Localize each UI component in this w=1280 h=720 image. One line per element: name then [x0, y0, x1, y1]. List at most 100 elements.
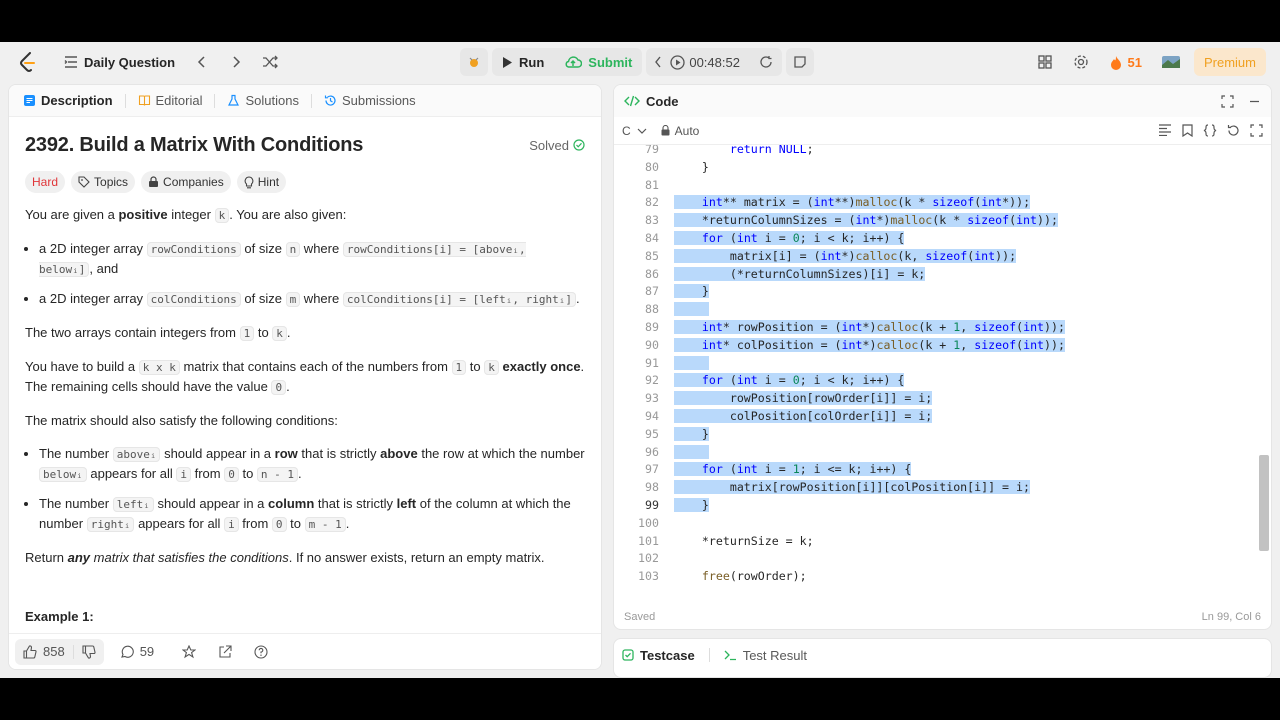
leetcode-logo-icon[interactable]: [14, 48, 42, 76]
settings-button[interactable]: [1068, 49, 1094, 75]
editor-scrollbar[interactable]: [1259, 455, 1269, 551]
reset-code-button[interactable]: [1227, 124, 1240, 137]
code-line[interactable]: 90 int* colPosition = (int*)calloc(k + 1…: [614, 337, 1271, 355]
code-line[interactable]: 91: [614, 355, 1271, 373]
hint-chip[interactable]: Hint: [236, 171, 287, 193]
flame-icon: [1110, 55, 1121, 70]
code-editor[interactable]: 79 return NULL; 80 } 81 82 int** matrix = …: [614, 145, 1271, 607]
reset-timer-button[interactable]: [754, 49, 778, 75]
code-line[interactable]: 100: [614, 515, 1271, 533]
help-button[interactable]: [248, 644, 274, 659]
notes-button[interactable]: [785, 48, 814, 76]
minimize-button[interactable]: [1248, 95, 1261, 108]
code-line[interactable]: 89 int* rowPosition = (int*)calloc(k + 1…: [614, 319, 1271, 337]
auto-mode-toggle[interactable]: Auto: [661, 124, 699, 138]
code-line[interactable]: 99 }: [614, 497, 1271, 515]
format-button[interactable]: [1158, 124, 1172, 137]
list-item: a 2D integer array colConditions of size…: [39, 289, 585, 309]
code-line[interactable]: 84 for (int i = 0; i < k; i++) {: [614, 230, 1271, 248]
line-number: 85: [645, 248, 659, 263]
code-line[interactable]: 81: [614, 177, 1271, 195]
next-problem-button[interactable]: [223, 49, 249, 75]
collapse-timer-button[interactable]: [650, 49, 666, 75]
code-line[interactable]: 87 }: [614, 283, 1271, 301]
return-paragraph: Return any matrix that satisfies the con…: [25, 550, 545, 565]
code-text: [674, 301, 709, 319]
tab-description[interactable]: Description: [15, 85, 121, 117]
favorite-button[interactable]: [176, 644, 202, 659]
code-line[interactable]: 95 }: [614, 426, 1271, 444]
problem-list-button[interactable]: Daily Question: [58, 48, 181, 76]
tab-divider: [310, 93, 312, 108]
tab-test-result[interactable]: Test Result: [724, 648, 807, 663]
topics-chip[interactable]: Topics: [71, 171, 136, 193]
run-button[interactable]: Run: [492, 48, 554, 76]
range-paragraph: The two arrays contain integers from 1 t…: [25, 325, 291, 341]
tab-divider: [214, 93, 216, 108]
braces-button[interactable]: [1203, 124, 1217, 137]
description-panel: Description Editorial Solutions Submissi…: [8, 84, 602, 670]
premium-button[interactable]: Premium: [1193, 48, 1266, 76]
debug-button[interactable]: [460, 48, 488, 76]
language-select[interactable]: C: [622, 124, 647, 138]
thumbs-down-icon: [82, 644, 96, 659]
code-text: for (int i = 1; i <= k; i++) {: [674, 461, 912, 479]
bookmark-button[interactable]: [1182, 124, 1193, 137]
problem-list-label: Daily Question: [84, 54, 176, 70]
random-problem-button[interactable]: [257, 49, 283, 75]
upvote-button[interactable]: 858: [15, 644, 73, 659]
line-number: 100: [638, 515, 659, 530]
line-number: 103: [638, 569, 659, 584]
tab-testcase[interactable]: Testcase: [622, 648, 695, 663]
code-line[interactable]: 80 }: [614, 159, 1271, 177]
code-line[interactable]: 82 int** matrix = (int**)malloc(k * size…: [614, 194, 1271, 212]
cloud-upload-icon: [565, 56, 583, 68]
code-text: for (int i = 0; i < k; i++) {: [674, 230, 905, 248]
code-line[interactable]: 101 *returnSize = k;: [614, 533, 1271, 551]
code-line[interactable]: 94 colPosition[colOrder[i]] = i;: [614, 408, 1271, 426]
align-left-icon: [1159, 124, 1171, 136]
submit-button[interactable]: Submit: [554, 48, 642, 76]
tab-solutions[interactable]: Solutions: [219, 85, 306, 117]
layout-button[interactable]: [1032, 49, 1058, 75]
list-icon: [64, 56, 78, 68]
chevron-left-icon: [197, 56, 205, 68]
code-line[interactable]: 85 matrix[i] = (int*)calloc(k, sizeof(in…: [614, 248, 1271, 266]
description-footer: 858 59: [9, 633, 601, 669]
tab-editorial[interactable]: Editorial: [130, 85, 211, 117]
code-line[interactable]: 102: [614, 550, 1271, 568]
lock-icon: [661, 125, 670, 136]
downvote-button[interactable]: [72, 644, 104, 659]
tab-divider: [124, 93, 126, 108]
companies-chip[interactable]: Companies: [141, 171, 231, 193]
code-line[interactable]: 88: [614, 301, 1271, 319]
streak-counter[interactable]: 51: [1104, 48, 1148, 76]
code-line[interactable]: 92 for (int i = 0; i < k; i++) {: [614, 372, 1271, 390]
prev-problem-button[interactable]: [189, 49, 215, 75]
chevron-left-icon: [655, 56, 661, 68]
timer-play-icon[interactable]: [670, 54, 685, 70]
code-line[interactable]: 93 rowPosition[rowOrder[i]] = i;: [614, 390, 1271, 408]
avatar[interactable]: [1158, 49, 1184, 75]
code-line[interactable]: 96: [614, 444, 1271, 462]
comment-count: 59: [139, 644, 155, 659]
tab-submissions[interactable]: Submissions: [316, 85, 424, 117]
conditions-paragraph: The matrix should also satisfy the follo…: [25, 413, 338, 428]
maximize-button[interactable]: [1221, 94, 1234, 108]
problem-title[interactable]: 2392. Build a Matrix With Conditions: [25, 135, 363, 155]
comments-button[interactable]: 59: [114, 644, 160, 659]
code-line[interactable]: 79 return NULL;: [614, 145, 1271, 159]
share-button[interactable]: [212, 644, 238, 659]
list-item: The number leftᵢ should appear in a colu…: [39, 494, 585, 534]
code-line[interactable]: 103 free(rowOrder);: [614, 568, 1271, 586]
bookmark-icon: [1182, 124, 1193, 137]
line-number: 88: [645, 302, 659, 317]
vote-group: 858: [15, 638, 104, 665]
code-line[interactable]: 98 matrix[rowPosition[i]][colPosition[i]…: [614, 479, 1271, 497]
code-line[interactable]: 86 (*returnColumnSizes)[i] = k;: [614, 266, 1271, 284]
hint-label: Hint: [257, 174, 280, 189]
line-number: 82: [645, 195, 659, 210]
code-line[interactable]: 97 for (int i = 1; i <= k; i++) {: [614, 461, 1271, 479]
fullscreen-button[interactable]: [1250, 124, 1263, 137]
code-line[interactable]: 83 *returnColumnSizes = (int*)malloc(k *…: [614, 212, 1271, 230]
